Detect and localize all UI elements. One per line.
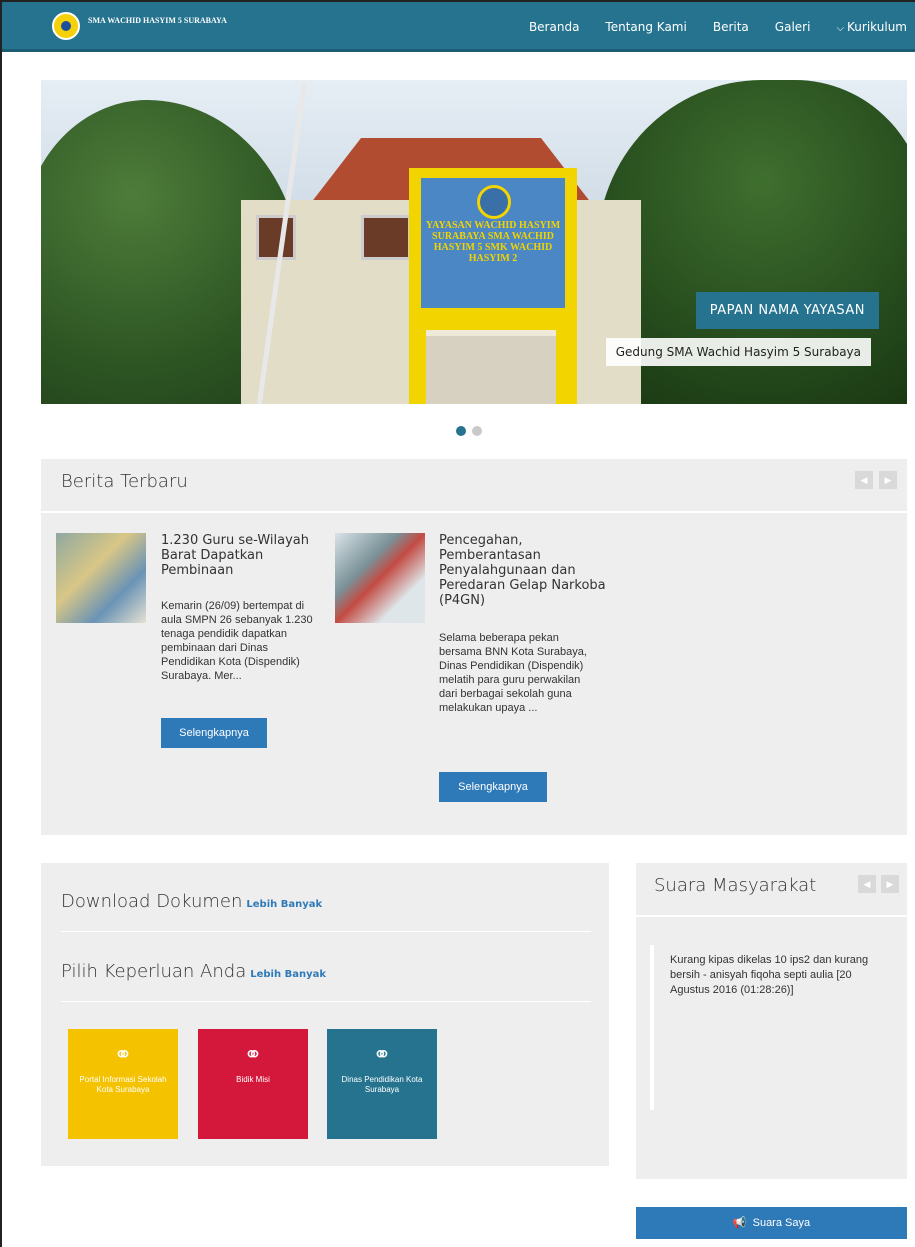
school-logo-icon[interactable] — [52, 12, 80, 40]
news-item-title[interactable]: 1.230 Guru se-Wilayah Barat Dapatkan Pem… — [161, 533, 321, 578]
suara-divider — [636, 915, 907, 917]
news-thumbnail[interactable] — [56, 533, 146, 623]
hero-carousel[interactable]: YAYASAN WACHID HASYIM SURABAYA SMA WACHI… — [41, 80, 907, 404]
news-panel: Berita Terbaru ◀ ▶ 1.230 Guru se-Wilayah… — [41, 459, 907, 835]
news-item-excerpt: Kemarin (26/09) bertempat di aula SMPN 2… — [161, 600, 313, 682]
suara-saya-label: Suara Saya — [752, 1217, 811, 1229]
megaphone-icon: 📢 — [732, 1217, 747, 1229]
carousel-dot-1[interactable] — [456, 426, 466, 436]
read-more-button[interactable]: Selengkapnya — [161, 718, 267, 748]
tile-bidik-misi[interactable]: ⚭ Bidik Misi — [198, 1029, 308, 1139]
link-icon: ⚭ — [113, 1042, 133, 1067]
suara-next-arrow-icon[interactable]: ▶ — [881, 875, 899, 893]
hero-window — [361, 215, 411, 260]
main-nav: Beranda Tentang Kami Berita Galeri ⌵ Kuri… — [529, 20, 907, 34]
news-divider — [41, 511, 907, 513]
downloads-heading: Download Dokumen Lebih Banyak — [61, 891, 322, 912]
link-icon: ⚭ — [243, 1042, 263, 1067]
downloads-more-link[interactable]: Lebih Banyak — [246, 899, 322, 910]
needs-more-link[interactable]: Lebih Banyak — [250, 969, 326, 980]
downloads-divider — [61, 931, 591, 932]
quote-bar — [650, 945, 654, 1110]
hero-sign-text: YAYASAN WACHID HASYIM SURABAYA SMA WACHI… — [425, 220, 561, 264]
link-icon: ⚭ — [372, 1042, 392, 1067]
news-item-title[interactable]: Pencegahan, Pemberantasan Penyalahgunaan… — [439, 533, 609, 608]
needs-title: Pilih Keperluan Anda — [61, 961, 247, 982]
hero-caption-title: PAPAN NAMA YAYASAN — [695, 292, 879, 329]
tile-dinas-pendidikan[interactable]: ⚭ Dinas Pendidikan Kota Surabaya — [327, 1029, 437, 1139]
suara-prev-arrow-icon[interactable]: ◀ — [858, 875, 876, 893]
suara-masyarakat-panel: Suara Masyarakat ◀ ▶ Kurang kipas dikela… — [636, 863, 907, 1179]
top-navbar: SMA WACHID HASYIM 5 SURABAYA Beranda Ten… — [2, 2, 915, 52]
tile-label: Portal Informasi Sekolah Kota Surabaya — [79, 1075, 167, 1094]
news-item-excerpt: Selama beberapa pekan bersama BNN Kota S… — [439, 632, 587, 714]
nav-item-kurikulum[interactable]: ⌵ Kurikulum — [836, 20, 907, 34]
suara-title: Suara Masyarakat — [654, 875, 817, 896]
nav-item-tentang-kami[interactable]: Tentang Kami — [605, 20, 686, 34]
nav-item-galeri[interactable]: Galeri — [775, 20, 811, 34]
needs-divider — [61, 1001, 591, 1002]
read-more-button[interactable]: Selengkapnya — [439, 772, 547, 802]
nav-item-beranda[interactable]: Beranda — [529, 20, 579, 34]
news-prev-arrow-icon[interactable]: ◀ — [855, 471, 873, 489]
news-panel-title: Berita Terbaru — [61, 471, 188, 492]
foundation-emblem-icon — [477, 185, 511, 219]
suara-quote: Kurang kipas dikelas 10 ips2 dan kurang … — [670, 954, 869, 996]
brand-name[interactable]: SMA WACHID HASYIM 5 SURABAYA — [88, 16, 238, 26]
carousel-indicators — [456, 426, 482, 436]
tile-label: Dinas Pendidikan Kota Surabaya — [341, 1075, 423, 1094]
downloads-title: Download Dokumen — [61, 891, 243, 912]
hero-porch — [426, 330, 556, 404]
news-next-arrow-icon[interactable]: ▶ — [879, 471, 897, 489]
tile-label: Bidik Misi — [236, 1075, 270, 1084]
suara-saya-button[interactable]: 📢 Suara Saya — [636, 1207, 907, 1239]
needs-heading: Pilih Keperluan Anda Lebih Banyak — [61, 961, 326, 982]
hero-window — [256, 215, 296, 260]
chevron-down-icon: ⌵ — [836, 23, 845, 34]
hero-caption-subtitle: Gedung SMA Wachid Hasyim 5 Surabaya — [605, 338, 871, 366]
nav-item-berita[interactable]: Berita — [713, 20, 749, 34]
nav-item-kurikulum-label: Kurikulum — [847, 20, 907, 34]
tile-portal-informasi[interactable]: ⚭ Portal Informasi Sekolah Kota Surabaya — [68, 1029, 178, 1139]
news-thumbnail[interactable] — [335, 533, 425, 623]
downloads-panel: Download Dokumen Lebih Banyak Pilih Keper… — [41, 863, 609, 1166]
carousel-dot-2[interactable] — [472, 426, 482, 436]
